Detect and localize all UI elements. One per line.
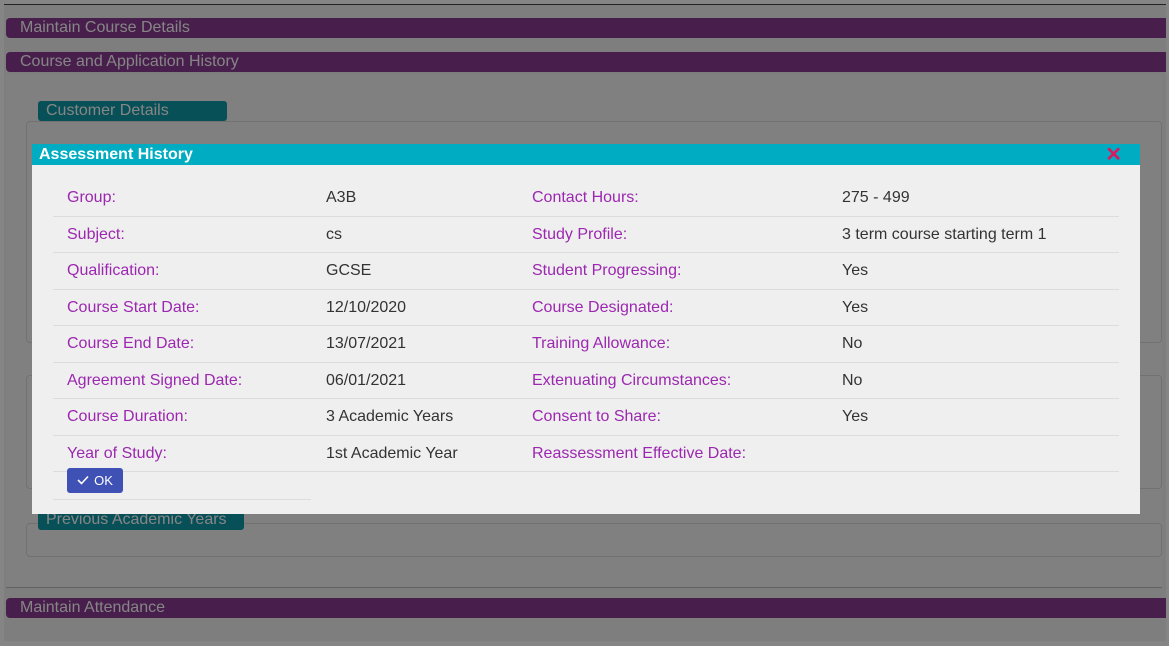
- field-label: Consent to Share:: [532, 408, 661, 425]
- field-label: Subject:: [67, 225, 125, 243]
- field-value: Yes: [842, 262, 869, 279]
- detail-row: Course End Date: 13/07/2021 Training Allow…: [53, 326, 1119, 363]
- field-value: 3 term course starting term 1: [842, 225, 1047, 243]
- close-icon[interactable]: ✕: [1105, 144, 1122, 166]
- field-label: Qualification:: [67, 262, 160, 279]
- field-label: Extenuating Circumstances:: [532, 371, 732, 389]
- ok-container: OK: [53, 467, 311, 500]
- field-label: Course Duration:: [67, 408, 188, 425]
- check-icon: [77, 473, 89, 488]
- field-label: Course Start Date:: [67, 298, 200, 316]
- field-value: GCSE: [326, 262, 372, 279]
- field-label: Group:: [67, 189, 116, 206]
- field-value: 1st Academic Year: [326, 444, 458, 462]
- field-value: 13/07/2021: [326, 335, 407, 352]
- field-value: 06/01/2021: [326, 371, 407, 389]
- detail-row: Agreement Signed Date: 06/01/2021 Extenuat…: [53, 363, 1119, 399]
- details-grid: Group: A3B Contact Hours: 275 - 499 Subject:…: [53, 180, 1119, 472]
- dialog-header: Assessment History ✕: [32, 144, 1140, 166]
- field-value: No: [842, 335, 863, 352]
- dialog-title: Assessment History: [39, 146, 193, 163]
- field-value: Yes: [842, 408, 869, 425]
- detail-row: Subject: cs Study Profile: 3 term course st…: [53, 217, 1119, 253]
- ok-button[interactable]: OK: [67, 468, 123, 493]
- field-label: Training Allowance:: [532, 335, 671, 352]
- detail-row: Course Start Date: 12/10/2020 Course Desig…: [53, 290, 1119, 326]
- detail-row: Group: A3B Contact Hours: 275 - 499: [53, 180, 1119, 217]
- ok-label: OK: [94, 473, 113, 488]
- field-value: Yes: [842, 298, 869, 316]
- field-label: Contact Hours:: [532, 189, 639, 206]
- field-value: A3B: [326, 189, 357, 206]
- field-value: cs: [326, 225, 342, 243]
- field-label: Reassessment Effective Date:: [532, 444, 747, 462]
- detail-row: Course Duration: 3 Academic Years Consent …: [53, 399, 1119, 436]
- field-value: 12/10/2020: [326, 298, 407, 316]
- assessment-history-dialog: Assessment History ✕ Group: A3B Contact Ho…: [32, 144, 1140, 514]
- field-value: 275 - 499: [842, 189, 910, 206]
- field-label: Study Profile:: [532, 225, 628, 243]
- field-label: Agreement Signed Date:: [67, 371, 243, 389]
- detail-row: Qualification: GCSE Student Progressing: Ye…: [53, 253, 1119, 290]
- field-label: Course Designated:: [532, 298, 674, 316]
- field-value: 3 Academic Years: [326, 408, 454, 425]
- field-value: No: [842, 371, 863, 389]
- field-label: Year of Study:: [67, 444, 167, 462]
- field-label: Course End Date:: [67, 335, 195, 352]
- field-label: Student Progressing:: [532, 262, 682, 279]
